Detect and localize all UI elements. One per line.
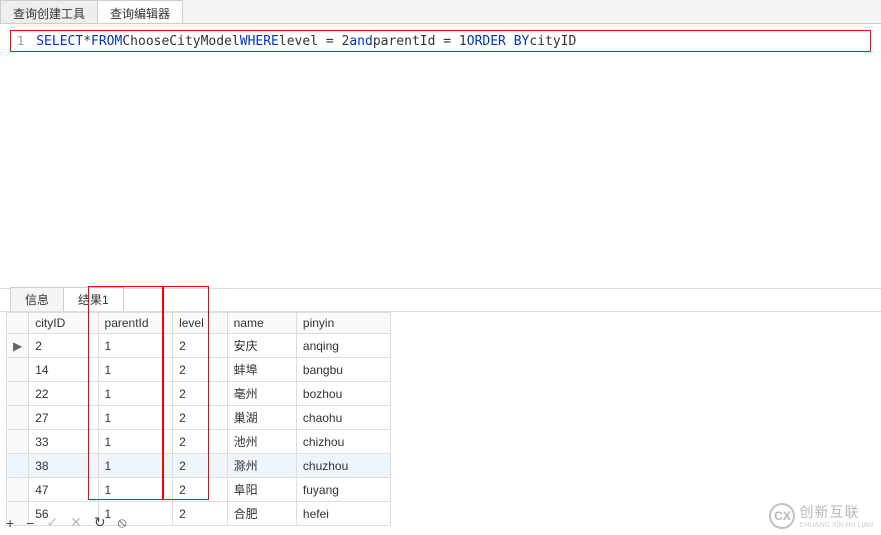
cell-parentid[interactable]: 1 [98,430,173,454]
cell-name[interactable]: 池州 [227,430,296,454]
table-row[interactable]: 2212亳州bozhou [7,382,391,406]
tab-query-builder[interactable]: 查询创建工具 [0,0,98,23]
row-marker [7,478,29,502]
editor-blank-area[interactable] [0,58,881,288]
cell-cityid[interactable]: 2 [29,334,98,358]
cell-parentid[interactable]: 1 [98,382,173,406]
kw-and: and [349,34,372,49]
cell-parentid[interactable]: 1 [98,334,173,358]
kw-from: FROM [91,34,122,49]
cell-level[interactable]: 2 [173,430,228,454]
delete-row-button[interactable]: − [26,515,34,531]
watermark-logo: CX [769,503,795,529]
add-row-button[interactable]: + [6,515,14,531]
cell-pinyin[interactable]: fuyang [296,478,390,502]
cell-name[interactable]: 亳州 [227,382,296,406]
cell-cityid[interactable]: 27 [29,406,98,430]
table-row[interactable]: ▶212安庆anqing [7,334,391,358]
cell-name[interactable]: 巢湖 [227,406,296,430]
row-marker-header [7,313,29,334]
row-marker [7,430,29,454]
cell-parentid[interactable]: 1 [98,478,173,502]
cell-pinyin[interactable]: hefei [296,502,390,526]
row-marker [7,454,29,478]
col-level[interactable]: level [173,313,228,334]
col-pinyin[interactable]: pinyin [296,313,390,334]
table-row[interactable]: 1412蚌埠bangbu [7,358,391,382]
top-tabs: 查询创建工具 查询编辑器 [0,0,881,24]
table-row[interactable]: 3812滁州chuzhou [7,454,391,478]
table-row[interactable]: 3312池州chizhou [7,430,391,454]
kw-orderby: ORDER BY [467,34,530,49]
result-tabs: 信息 结果1 [0,288,881,312]
tab-query-editor[interactable]: 查询编辑器 [97,0,183,23]
cell-level[interactable]: 2 [173,406,228,430]
cell-level[interactable]: 2 [173,454,228,478]
cell-level[interactable]: 2 [173,382,228,406]
apply-button[interactable]: ✓ [46,514,58,531]
col-parentid[interactable]: parentId [98,313,173,334]
cell-level[interactable]: 2 [173,502,228,526]
kw-where: WHERE [240,34,279,49]
row-marker [7,358,29,382]
cell-cityid[interactable]: 33 [29,430,98,454]
cell-pinyin[interactable]: anqing [296,334,390,358]
cell-name[interactable]: 阜阳 [227,478,296,502]
col-name[interactable]: name [227,313,296,334]
cell-parentid[interactable]: 1 [98,406,173,430]
cell-parentid[interactable]: 1 [98,358,173,382]
row-marker [7,406,29,430]
watermark-text: 创新互联 [799,504,859,520]
cell-cityid[interactable]: 22 [29,382,98,406]
cell-pinyin[interactable]: chuzhou [296,454,390,478]
row-marker: ▶ [7,334,29,358]
cell-parentid[interactable]: 1 [98,454,173,478]
results-table-wrap: cityID parentId level name pinyin ▶212安庆… [0,312,881,526]
col-cityid[interactable]: cityID [29,313,98,334]
kw-select: SELECT [36,34,83,49]
cell-level[interactable]: 2 [173,358,228,382]
line-number: 1 [17,34,24,48]
cell-level[interactable]: 2 [173,334,228,358]
cell-name[interactable]: 滁州 [227,454,296,478]
row-marker [7,382,29,406]
watermark: CX 创新互联 CHUANG XIN HU LIAN [769,502,873,529]
cell-cityid[interactable]: 38 [29,454,98,478]
cell-name[interactable]: 安庆 [227,334,296,358]
cell-pinyin[interactable]: bangbu [296,358,390,382]
cell-cityid[interactable]: 14 [29,358,98,382]
result-toolbar: + − ✓ ✕ ↻ ⦸ [6,514,127,531]
sql-editor[interactable]: 1 SELECT * FROM ChooseCityModel WHERE le… [10,30,871,52]
tab-result1[interactable]: 结果1 [63,287,124,311]
tab-info[interactable]: 信息 [10,287,64,311]
cell-level[interactable]: 2 [173,478,228,502]
cell-pinyin[interactable]: bozhou [296,382,390,406]
cell-cityid[interactable]: 47 [29,478,98,502]
cancel-button[interactable]: ✕ [70,514,82,531]
watermark-sub: CHUANG XIN HU LIAN [799,522,873,529]
cell-name[interactable]: 蚌埠 [227,358,296,382]
table-row[interactable]: 4712阜阳fuyang [7,478,391,502]
results-table[interactable]: cityID parentId level name pinyin ▶212安庆… [6,312,391,526]
stop-button[interactable]: ⦸ [118,514,127,531]
cell-name[interactable]: 合肥 [227,502,296,526]
table-row[interactable]: 2712巢湖chaohu [7,406,391,430]
refresh-button[interactable]: ↻ [94,514,106,531]
cell-pinyin[interactable]: chaohu [296,406,390,430]
cell-pinyin[interactable]: chizhou [296,430,390,454]
